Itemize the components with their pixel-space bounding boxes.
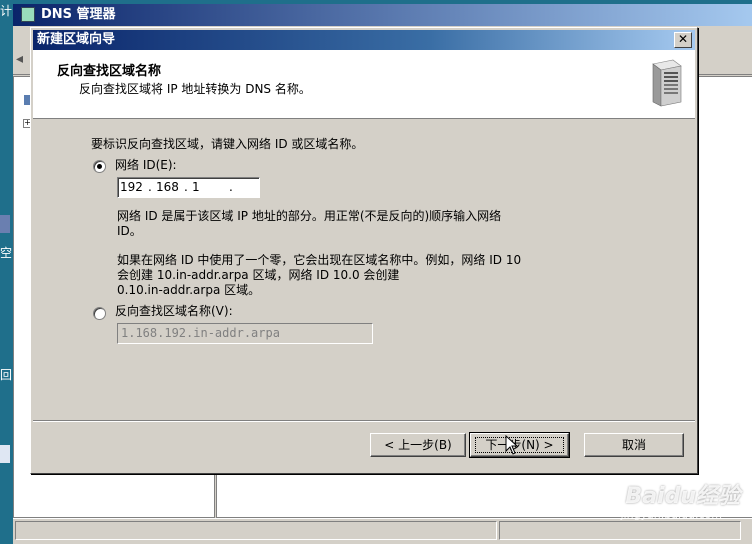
help-line: 如果在网络 ID 中使用了一个零，它会出现在区域名称中。例如，网络 ID 10 [117, 253, 522, 267]
back-button[interactable]: < 上一步(B) [370, 433, 466, 457]
radio-selected-dot [97, 164, 102, 169]
ip-octet-1[interactable]: 192 [120, 178, 143, 197]
dns-manager-title: DNS 管理器 [41, 7, 116, 22]
cancel-button[interactable]: 取消 [584, 433, 684, 457]
zone-name-input[interactable]: 1.168.192.in-addr.arpa [117, 323, 373, 344]
divider [33, 420, 695, 422]
network-id-label: 网络 ID(E): [115, 158, 177, 172]
ip-octet-2[interactable]: 168 [156, 178, 179, 197]
desktop-icon-fragment[interactable] [0, 445, 10, 463]
dns-app-icon [21, 7, 35, 22]
help-line: 会创建 10.in-addr.arpa 区域，网络 ID 10.0 会创建 [117, 268, 400, 282]
zone-name-radio[interactable] [93, 307, 106, 320]
network-id-radio[interactable] [93, 160, 106, 173]
mouse-cursor-icon [505, 435, 519, 455]
zone-name-label: 反向查找区域名称(V): [115, 304, 233, 318]
ip-octet-3[interactable]: 1 [192, 178, 200, 197]
close-icon: ✕ [677, 32, 689, 46]
server-icon [652, 59, 682, 107]
desktop-icon-fragment[interactable] [0, 215, 10, 233]
page-subtitle: 反向查找区域将 IP 地址转换为 DNS 名称。 [79, 82, 311, 96]
wizard-titlebar[interactable]: 新建区域向导 ✕ [33, 30, 695, 50]
desktop-label-fragment: 回 [0, 368, 13, 382]
desktop-label-fragment: 计 [0, 4, 13, 18]
wizard-title: 新建区域向导 [37, 32, 116, 47]
page-title: 反向查找区域名称 [57, 64, 162, 79]
wizard-header: 反向查找区域名称 反向查找区域将 IP 地址转换为 DNS 名称。 [33, 50, 695, 119]
wizard-body: 要标识反向查找区域，请键入网络 ID 或区域名称。 网络 ID(E): 192 … [33, 120, 695, 420]
help-line: 网络 ID 是属于该区域 IP 地址的部分。用正常(不是反向的)顺序输入网络 [117, 209, 502, 223]
help-line: ID。 [117, 224, 142, 238]
network-id-ip-input[interactable]: 192 . 168 . 1 . [117, 177, 260, 198]
network-id-help: 网络 ID 是属于该区域 IP 地址的部分。用正常(不是反向的)顺序输入网络 I… [117, 209, 501, 239]
focus-rect [475, 437, 564, 453]
zero-help: 如果在网络 ID 中使用了一个零，它会出现在区域名称中。例如，网络 ID 10 … [117, 253, 521, 298]
instruction-text: 要标识反向查找区域，请键入网络 ID 或区域名称。 [91, 137, 364, 151]
watermark-url: jingyan.baidu.com [620, 508, 722, 521]
desktop-label-fragment: 空 [0, 246, 13, 260]
new-zone-wizard-dialog: 新建区域向导 ✕ 反向查找区域名称 反向查找区域将 IP 地址转换为 DNS 名… [30, 27, 698, 474]
status-pane [15, 521, 497, 540]
help-line: 0.10.in-addr.arpa 区域。 [117, 283, 261, 297]
watermark-logo: Baidu经验 [625, 484, 740, 509]
back-arrow-icon[interactable]: ◂ [16, 51, 23, 67]
close-button[interactable]: ✕ [674, 32, 692, 48]
status-bar [13, 518, 752, 541]
next-button[interactable]: 下一步(N) > [469, 432, 570, 458]
dns-manager-titlebar[interactable]: DNS 管理器 [13, 4, 752, 26]
status-pane [499, 521, 741, 540]
